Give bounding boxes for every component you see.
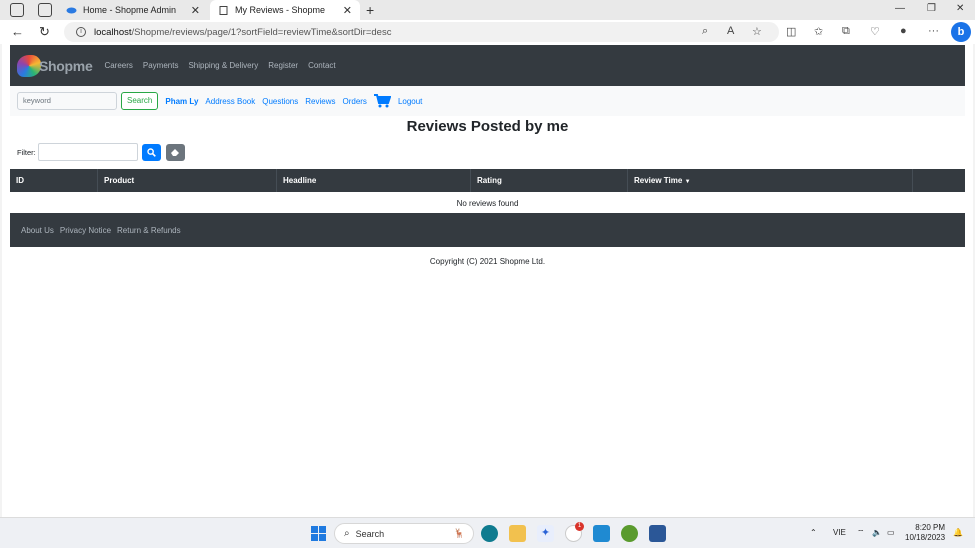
- volume-icon[interactable]: 🔈: [872, 528, 882, 537]
- minimize-icon[interactable]: —: [895, 3, 905, 14]
- profile-icon[interactable]: ●: [900, 25, 907, 37]
- empty-table-message: No reviews found: [456, 199, 519, 208]
- footer-privacy-notice[interactable]: Privacy Notice: [60, 226, 111, 235]
- nav-logout[interactable]: Logout: [398, 97, 422, 106]
- search-button[interactable]: Search: [121, 92, 159, 110]
- column-actions: [913, 169, 965, 192]
- column-rating[interactable]: Rating: [471, 169, 628, 192]
- collections-icon[interactable]: ⧉: [842, 25, 850, 38]
- edge-browser-icon[interactable]: [481, 525, 498, 542]
- browser-tab-admin[interactable]: Home - Shopme Admin ✕: [58, 0, 208, 20]
- filter-row: Filter:: [17, 143, 185, 161]
- nav-reviews[interactable]: Reviews: [305, 97, 335, 106]
- tab-actions-icon[interactable]: [38, 3, 52, 17]
- read-aloud-icon[interactable]: A: [727, 25, 734, 37]
- site-info-icon[interactable]: i: [76, 27, 86, 37]
- site-header: Shopme Careers Payments Shipping & Deliv…: [10, 45, 965, 86]
- nav-register[interactable]: Register: [268, 61, 298, 70]
- eraser-icon: [171, 149, 180, 156]
- more-options-icon[interactable]: ···: [928, 25, 939, 37]
- logo-text: Shopme: [39, 57, 93, 74]
- input-language-indicator[interactable]: VIE: [833, 528, 846, 537]
- clock-time: 8:20 PM: [915, 523, 946, 532]
- nav-address-book[interactable]: Address Book: [205, 97, 255, 106]
- browser-essentials-icon[interactable]: ♡: [870, 25, 880, 38]
- close-window-icon[interactable]: ✕: [956, 3, 964, 14]
- nav-contact[interactable]: Contact: [308, 61, 336, 70]
- clock-date: 10/18/2023: [905, 533, 946, 542]
- zalo-icon[interactable]: 1: [565, 522, 584, 542]
- column-review-time-label: Review Time: [634, 176, 683, 185]
- nav-shipping[interactable]: Shipping & Delivery: [188, 61, 258, 70]
- nav-careers[interactable]: Careers: [104, 61, 132, 70]
- notification-badge: 1: [575, 522, 584, 531]
- sort-desc-icon: ▼: [684, 179, 691, 185]
- page-title: Reviews Posted by me: [406, 118, 569, 135]
- refresh-icon[interactable]: ↻: [39, 24, 50, 40]
- nav-orders[interactable]: Orders: [342, 97, 366, 106]
- close-tab-icon[interactable]: ✕: [343, 4, 352, 17]
- search-highlight-icon: 🦌: [453, 528, 465, 538]
- page-viewport: Shopme Careers Payments Shipping & Deliv…: [2, 44, 973, 517]
- browser-tab-reviews[interactable]: My Reviews - Shopme ✕: [210, 0, 360, 20]
- show-hidden-icons-icon[interactable]: ⌃: [810, 528, 817, 537]
- split-screen-icon[interactable]: ◫: [786, 25, 796, 38]
- filter-input[interactable]: [37, 143, 138, 161]
- close-tab-icon[interactable]: ✕: [191, 4, 200, 17]
- taskbar-search[interactable]: ⌕ Search 🦌: [334, 523, 474, 544]
- file-explorer-icon[interactable]: [509, 525, 526, 542]
- column-id[interactable]: ID: [10, 169, 98, 192]
- back-icon[interactable]: ←: [11, 24, 24, 39]
- footer-return-refunds[interactable]: Return & Refunds: [117, 226, 181, 235]
- copyright-text: Copyright (C) 2021 Shopme Ltd.: [429, 257, 546, 266]
- nav-payments[interactable]: Payments: [143, 61, 179, 70]
- battery-icon[interactable]: ▭: [887, 528, 895, 537]
- spring-tool-suite-icon[interactable]: [621, 525, 638, 542]
- search-icon: ⌕: [344, 528, 350, 539]
- filter-search-button[interactable]: [141, 143, 161, 161]
- footer-about-us[interactable]: About Us: [21, 226, 54, 235]
- taskbar-search-label: Search: [355, 528, 385, 539]
- clear-filter-button[interactable]: [165, 143, 185, 161]
- favorites-icon[interactable]: ✩: [814, 25, 823, 38]
- nav-questions[interactable]: Questions: [262, 97, 298, 106]
- column-product[interactable]: Product: [98, 169, 277, 192]
- page-icon: [219, 5, 228, 15]
- word-icon[interactable]: [649, 525, 666, 542]
- wifi-icon[interactable]: ⌔: [857, 528, 865, 538]
- tab-label: My Reviews - Shopme: [235, 5, 326, 15]
- copilot-app-icon[interactable]: ✦: [537, 525, 554, 542]
- shopping-cart-icon[interactable]: [373, 94, 391, 108]
- address-bar-row: ← ↻ i localhost/Shopme/reviews/page/1?so…: [0, 20, 975, 44]
- reviews-table-header: ID Product Headline Rating Review Time ▼: [10, 169, 965, 192]
- new-tab-icon[interactable]: +: [366, 2, 374, 18]
- shopme-logo-icon: [17, 54, 41, 77]
- keyword-search-input[interactable]: keyword: [17, 92, 117, 110]
- site-logo[interactable]: Shopme: [17, 54, 93, 77]
- search-icon: [147, 147, 156, 157]
- zoom-icon[interactable]: ⌕: [702, 25, 708, 38]
- tab-label: Home - Shopme Admin: [83, 5, 177, 15]
- workspaces-icon[interactable]: [10, 3, 24, 17]
- system-clock[interactable]: 8:20 PM 10/18/2023: [905, 523, 945, 543]
- user-name-link[interactable]: Pham Ly: [165, 97, 198, 106]
- vscode-icon[interactable]: [593, 525, 610, 542]
- url-host: localhost: [94, 26, 132, 38]
- browser-tab-bar: Home - Shopme Admin ✕ My Reviews - Shopm…: [0, 0, 975, 20]
- url-path: /Shopme/reviews/page/1?sortField=reviewT…: [131, 26, 392, 38]
- maximize-icon[interactable]: ❐: [927, 3, 936, 14]
- taskbar: ⌕ Search 🦌 ✦ 1 ⌃ VIE ⌔ 🔈 ▭ 8:20 PM 10/18…: [0, 517, 975, 548]
- favorite-star-icon[interactable]: ☆: [752, 25, 762, 38]
- notifications-bell-icon[interactable]: 🔔: [953, 528, 963, 537]
- column-review-time[interactable]: Review Time ▼: [628, 169, 913, 192]
- site-footer: About Us Privacy Notice Return & Refunds: [10, 213, 965, 247]
- url-field[interactable]: i localhost/Shopme/reviews/page/1?sortFi…: [64, 22, 779, 42]
- filter-label: Filter:: [17, 147, 36, 157]
- shopme-favicon-icon: [66, 7, 77, 13]
- bing-copilot-icon[interactable]: b: [951, 22, 971, 42]
- windows-start-icon[interactable]: [311, 526, 326, 541]
- column-headline[interactable]: Headline: [277, 169, 471, 192]
- user-nav-bar: keyword Search Pham Ly Address Book Ques…: [10, 86, 965, 116]
